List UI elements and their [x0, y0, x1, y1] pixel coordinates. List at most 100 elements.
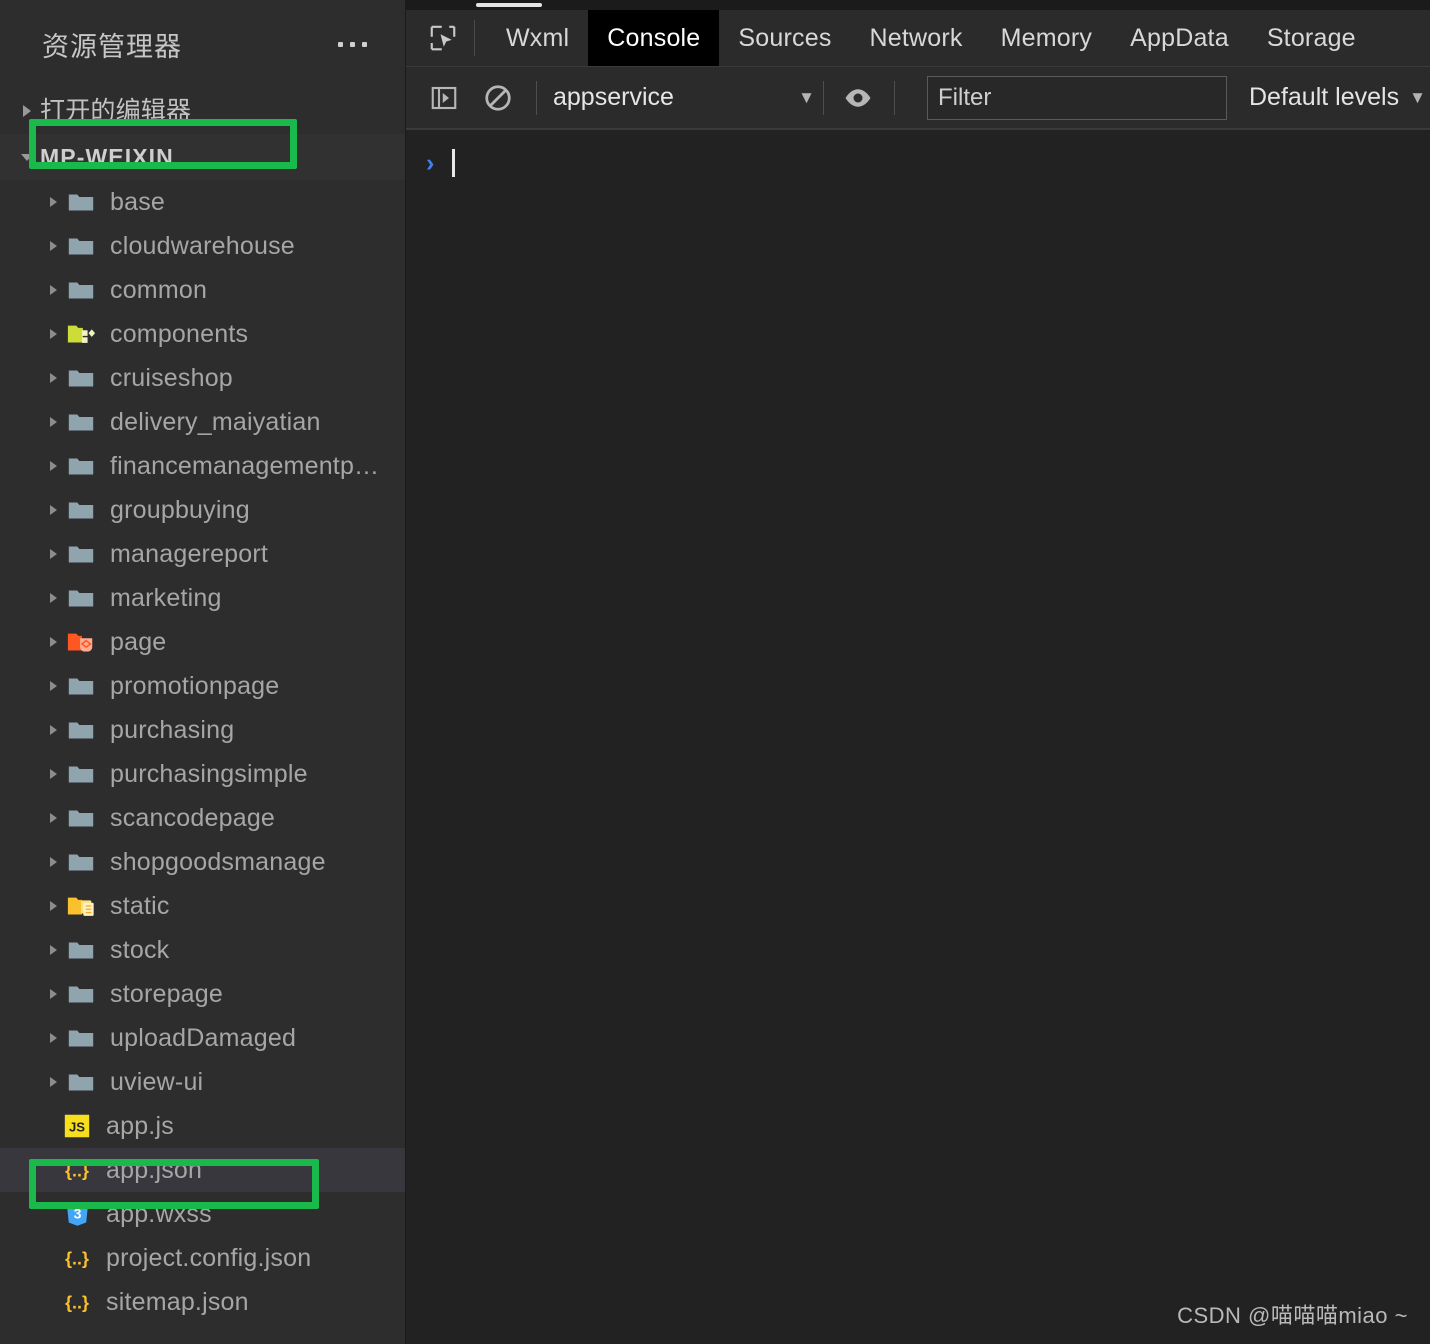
- tree-item-app-json[interactable]: {..} app.json: [0, 1148, 405, 1192]
- tree-item-label: project.config.json: [106, 1243, 312, 1272]
- chevron-right-icon[interactable]: [40, 723, 66, 737]
- drag-handle[interactable]: [476, 3, 542, 7]
- chevron-right-icon[interactable]: [40, 503, 66, 517]
- tree-item-app-wxss[interactable]: 3 app.wxss: [0, 1192, 405, 1236]
- folder-blue-icon-wrap: [66, 231, 96, 261]
- console-output-area[interactable]: › CSDN @喵喵喵miao ~: [406, 129, 1430, 1344]
- tree-item-label: purchasing: [110, 715, 235, 744]
- tree-item-app-js[interactable]: JS app.js: [0, 1104, 405, 1148]
- tree-item-groupbuying[interactable]: groupbuying: [0, 488, 405, 532]
- toolbar-divider-3: [894, 80, 895, 115]
- chevron-right-icon[interactable]: [40, 635, 66, 649]
- tab-storage[interactable]: Storage: [1248, 10, 1375, 66]
- tab-label: AppData: [1130, 23, 1229, 52]
- folder-blue-icon-wrap: [66, 407, 96, 437]
- json-file-icon-wrap: {..}: [62, 1155, 92, 1185]
- json-file-icon: {..}: [65, 1249, 89, 1269]
- folder-blue-icon-wrap: [66, 803, 96, 833]
- tree-item-shopgoodsmanage[interactable]: shopgoodsmanage: [0, 840, 405, 884]
- folder-blue-icon-wrap: [66, 363, 96, 393]
- chevron-right-icon[interactable]: [14, 103, 40, 119]
- chevron-right-icon[interactable]: [40, 371, 66, 385]
- folder-blue-icon: [68, 766, 94, 783]
- inspect-element-icon: [430, 25, 456, 51]
- js-file-icon-wrap: JS: [62, 1111, 92, 1141]
- tab-network[interactable]: Network: [851, 10, 982, 66]
- tree-item-marketing[interactable]: marketing: [0, 576, 405, 620]
- folder-blue-icon-wrap: [66, 275, 96, 305]
- tree-item-scancodepage[interactable]: scancodepage: [0, 796, 405, 840]
- panel-resize-bar[interactable]: [406, 0, 1430, 10]
- tree-item-page[interactable]: page: [0, 620, 405, 664]
- console-context-select[interactable]: appservice ▼: [553, 83, 821, 112]
- inspect-element-button[interactable]: [406, 20, 475, 56]
- console-prompt-row[interactable]: ›: [426, 146, 1430, 180]
- tree-item-uploaddamaged[interactable]: uploadDamaged: [0, 1016, 405, 1060]
- chevron-right-icon[interactable]: [40, 811, 66, 825]
- tree-item-storepage[interactable]: storepage: [0, 972, 405, 1016]
- tab-sources[interactable]: Sources: [719, 10, 850, 66]
- chevron-right-icon[interactable]: [40, 415, 66, 429]
- chevron-right-icon[interactable]: [40, 283, 66, 297]
- tab-appdata[interactable]: AppData: [1111, 10, 1248, 66]
- tree-item-label: delivery_maiyatian: [110, 407, 321, 436]
- folder-blue-icon: [68, 986, 94, 1003]
- tree-item-label: app.json: [106, 1155, 203, 1184]
- js-file-icon: JS: [64, 1114, 90, 1138]
- chevron-right-icon[interactable]: [40, 1075, 66, 1089]
- tree-item-label: sitemap.json: [106, 1287, 249, 1316]
- tree-item-cruiseshop[interactable]: cruiseshop: [0, 356, 405, 400]
- chevron-right-icon[interactable]: [40, 591, 66, 605]
- clear-console-button[interactable]: [480, 80, 516, 116]
- tab-memory[interactable]: Memory: [982, 10, 1111, 66]
- tree-item-components[interactable]: components: [0, 312, 405, 356]
- tree-item-purchasing[interactable]: purchasing: [0, 708, 405, 752]
- chevron-right-icon[interactable]: [40, 239, 66, 253]
- chevron-right-icon[interactable]: [40, 195, 66, 209]
- root-folder-label: MP-WEIXIN: [40, 143, 174, 170]
- tree-item-label: uploadDamaged: [110, 1023, 297, 1052]
- chevron-right-icon[interactable]: [40, 459, 66, 473]
- tree-item-delivery-maiyatian[interactable]: delivery_maiyatian: [0, 400, 405, 444]
- console-filter-input[interactable]: [927, 75, 1227, 120]
- tree-section-open-editors[interactable]: 打开的编辑器: [0, 88, 405, 134]
- ellipsis-icon[interactable]: [334, 34, 371, 55]
- tree-item-static[interactable]: static: [0, 884, 405, 928]
- tree-item-stock[interactable]: stock: [0, 928, 405, 972]
- chevron-right-icon[interactable]: [40, 679, 66, 693]
- tree-item-uview-ui[interactable]: uview-ui: [0, 1060, 405, 1104]
- console-levels-select[interactable]: Default levels ▼: [1249, 83, 1426, 112]
- chevron-right-icon[interactable]: [40, 1031, 66, 1045]
- tree-item-cloudwarehouse[interactable]: cloudwarehouse: [0, 224, 405, 268]
- chevron-right-icon[interactable]: [40, 767, 66, 781]
- folder-blue-icon: [68, 678, 94, 695]
- tab-console[interactable]: Console: [588, 10, 720, 66]
- chevron-right-icon[interactable]: [40, 327, 66, 341]
- devtools-tabbar: Wxml Console Sources Network Memory AppData St…: [406, 10, 1430, 67]
- tree-item-sitemap-json[interactable]: {..} sitemap.json: [0, 1280, 405, 1324]
- tree-item-managereport[interactable]: managereport: [0, 532, 405, 576]
- chevron-right-icon[interactable]: [40, 855, 66, 869]
- folder-blue-icon: [68, 414, 94, 431]
- console-sidebar-toggle-button[interactable]: [426, 80, 462, 116]
- tree-item-promotionpage[interactable]: promotionpage: [0, 664, 405, 708]
- live-expression-button[interactable]: [840, 80, 876, 116]
- tree-item-label: page: [110, 627, 167, 656]
- tree-item-project-config-json[interactable]: {..} project.config.json: [0, 1236, 405, 1280]
- chevron-right-icon[interactable]: [40, 943, 66, 957]
- chevron-down-icon: ▼: [1409, 88, 1426, 107]
- tree-section-root[interactable]: MP-WEIXIN: [0, 134, 405, 180]
- css-file-icon-wrap: 3: [62, 1199, 92, 1229]
- tab-wxml[interactable]: Wxml: [487, 10, 588, 66]
- chevron-right-icon[interactable]: [40, 547, 66, 561]
- json-file-icon: {..}: [65, 1293, 89, 1313]
- chevron-down-icon[interactable]: [14, 150, 40, 164]
- explorer-sidebar: 资源管理器 打开的编辑器 MP-WEIXIN base cloudwarehous…: [0, 0, 405, 1344]
- tab-label: Wxml: [506, 23, 570, 52]
- tree-item-common[interactable]: common: [0, 268, 405, 312]
- chevron-right-icon[interactable]: [40, 987, 66, 1001]
- tree-item-financemanagementp-[interactable]: financemanagementp…: [0, 444, 405, 488]
- tree-item-purchasingsimple[interactable]: purchasingsimple: [0, 752, 405, 796]
- chevron-right-icon[interactable]: [40, 899, 66, 913]
- tree-item-base[interactable]: base: [0, 180, 405, 224]
